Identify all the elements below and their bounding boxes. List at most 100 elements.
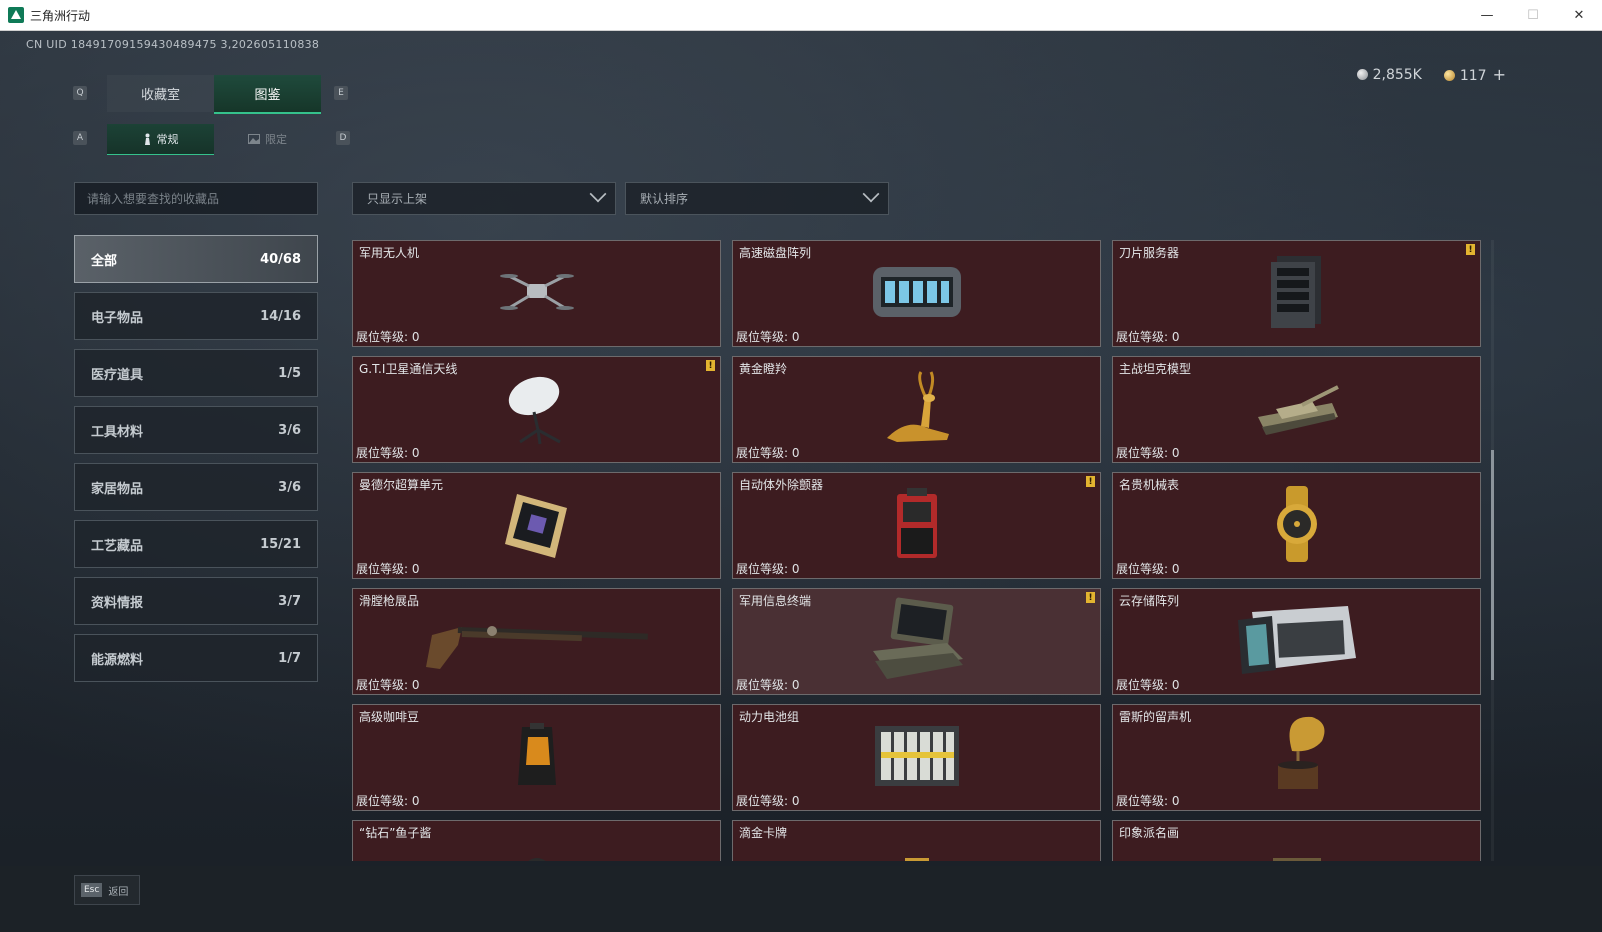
category-medical[interactable]: 医疗道具 1/5 — [74, 349, 318, 397]
maximize-button[interactable]: ☐ — [1510, 0, 1556, 30]
add-currency-icon[interactable]: + — [1493, 65, 1506, 84]
collectible-card[interactable]: 高速磁盘阵列 展位等级: 0 — [732, 240, 1101, 347]
tab-collection-room[interactable]: 收藏室 — [107, 75, 214, 112]
back-button[interactable]: Esc 返回 — [74, 875, 140, 905]
category-electronics[interactable]: 电子物品 14/16 — [74, 292, 318, 340]
gold-coin-icon — [1443, 70, 1455, 81]
category-crafts[interactable]: 工艺藏品 15/21 — [74, 520, 318, 568]
disk-array-icon — [867, 257, 967, 331]
key-hint-d: D — [336, 131, 350, 145]
category-tools[interactable]: 工具材料 3/6 — [74, 406, 318, 454]
tab-catalog[interactable]: 图鉴 — [214, 75, 321, 114]
collectible-name: 动力电池组 — [739, 710, 800, 724]
collectible-card[interactable]: 刀片服务器 展位等级: 0! — [1112, 240, 1481, 347]
close-button[interactable]: ✕ — [1556, 0, 1602, 30]
collectible-name: 滑膛枪展品 — [359, 594, 420, 608]
collectible-name: 刀片服务器 — [1119, 246, 1180, 260]
collectible-card[interactable]: 高级咖啡豆 展位等级: 0 — [352, 704, 721, 811]
collectible-card[interactable]: 自动体外除颤器 展位等级: 0! — [732, 472, 1101, 579]
collectible-card[interactable]: 滴金卡牌展位等级: 0 — [732, 820, 1101, 861]
coffee-bag-icon — [512, 721, 562, 795]
collectible-name: 军用信息终端 — [739, 594, 812, 608]
key-hint-a: A — [73, 131, 87, 145]
collectible-card[interactable]: 滑膛枪展品 展位等级: 0 — [352, 588, 721, 695]
category-count: 1/7 — [278, 650, 301, 666]
sort-dropdown[interactable]: 默认排序 — [625, 182, 889, 215]
category-label: 电子物品 — [91, 310, 144, 326]
uid-text: CN UID 18491709159430489475 3,2026051108… — [26, 38, 320, 51]
drone-icon — [497, 262, 577, 326]
item-grid-scrollbar[interactable] — [1491, 240, 1494, 861]
category-all[interactable]: 全部 40/68 — [74, 235, 318, 283]
silver-coin-icon — [1356, 68, 1368, 80]
category-label: 能源燃料 — [91, 652, 144, 668]
tank-model-icon — [1252, 373, 1342, 447]
collectible-card[interactable]: 主战坦克模型 展位等级: 0 — [1112, 356, 1481, 463]
collectible-name: “钻石”鱼子酱 — [359, 826, 432, 840]
category-count: 1/5 — [278, 365, 301, 381]
category-count: 3/6 — [278, 422, 301, 438]
main-tabs: 收藏室 图鉴 — [107, 75, 321, 114]
filter-listed-label: 只显示上架 — [367, 192, 428, 206]
silver-amount: 2,855K — [1372, 66, 1422, 83]
collectible-card[interactable]: 名贵机械表 展位等级: 0 — [1112, 472, 1481, 579]
collectible-name: 云存储阵列 — [1119, 594, 1180, 608]
category-intel[interactable]: 资料情报 3/7 — [74, 577, 318, 625]
collectible-card[interactable]: 印象派名画展位等级: 0 — [1112, 820, 1481, 861]
collectible-name: 名贵机械表 — [1119, 478, 1180, 492]
category-energy[interactable]: 能源燃料 1/7 — [74, 634, 318, 682]
battery-pack-icon — [867, 716, 967, 800]
collectible-name: 高级咖啡豆 — [359, 710, 420, 724]
booth-level: 展位等级: 0 — [1116, 678, 1180, 692]
subtab-regular-label: 常规 — [156, 133, 179, 146]
category-label: 工艺藏品 — [91, 538, 144, 554]
booth-level: 展位等级: 0 — [356, 562, 420, 576]
subtab-regular[interactable]: 常规 — [107, 124, 214, 155]
collectible-card[interactable]: 云存储阵列展位等级: 0 — [1112, 588, 1481, 695]
alert-icon: ! — [1086, 592, 1095, 603]
booth-level: 展位等级: 0 — [736, 330, 800, 344]
booth-level: 展位等级: 0 — [736, 562, 800, 576]
category-count: 3/6 — [278, 479, 301, 495]
booth-level: 展位等级: 0 — [356, 446, 420, 460]
window-titlebar: 三角洲行动 — ☐ ✕ — [0, 0, 1602, 31]
laptop-case-icon — [867, 595, 967, 689]
collectible-name: 雷斯的留声机 — [1119, 710, 1192, 724]
collectible-name: 印象派名画 — [1119, 826, 1180, 840]
collectible-card[interactable]: G.T.I卫星通信天线 展位等级: 0! — [352, 356, 721, 463]
category-count: 40/68 — [260, 251, 301, 267]
collectible-card[interactable]: 雷斯的留声机 展位等级: 0 — [1112, 704, 1481, 811]
key-hint-q: Q — [73, 86, 87, 100]
collectible-card[interactable]: “钻石”鱼子酱展位等级: 0 — [352, 820, 721, 861]
collectible-card[interactable]: 动力电池组 展位等级: 0 — [732, 704, 1101, 811]
image-icon — [248, 134, 260, 144]
minimize-button[interactable]: — — [1464, 0, 1510, 30]
category-count: 3/7 — [278, 593, 301, 609]
booth-level: 展位等级: 0 — [1116, 330, 1180, 344]
booth-level: 展位等级: 0 — [736, 678, 800, 692]
search-input[interactable]: 请输入想要查找的收藏品 — [74, 182, 318, 215]
chevron-down-icon — [862, 185, 880, 203]
booth-level: 展位等级: 0 — [356, 330, 420, 344]
collectible-card[interactable]: 军用无人机 展位等级: 0 — [352, 240, 721, 347]
figure-icon — [144, 133, 150, 145]
defibrillator-icon — [887, 484, 947, 568]
silver-currency[interactable]: 2,855K — [1356, 66, 1422, 83]
sub-tabs: 常规 限定 — [107, 124, 321, 155]
window-controls: — ☐ ✕ — [1464, 0, 1602, 30]
subtab-limited[interactable]: 限定 — [214, 124, 321, 154]
category-household[interactable]: 家居物品 3/6 — [74, 463, 318, 511]
gold-amount: 117 — [1459, 68, 1487, 84]
collectible-name: 黄金瞪羚 — [739, 362, 788, 376]
painting-icon — [1267, 852, 1327, 861]
collectible-card[interactable]: 军用信息终端 展位等级: 0! — [732, 588, 1101, 695]
collectible-card[interactable]: 曼德尔超算单元 展位等级: 0 — [352, 472, 721, 579]
collectible-card[interactable]: 黄金瞪羚 展位等级: 0 — [732, 356, 1101, 463]
server-icon — [1267, 252, 1327, 336]
bottom-bar: Esc 返回 — [0, 866, 1602, 932]
musket-icon — [422, 605, 652, 679]
esc-key-hint: Esc — [81, 883, 103, 897]
scrollbar-thumb[interactable] — [1491, 450, 1494, 680]
filter-dropdown-listed[interactable]: 只显示上架 — [352, 182, 616, 215]
gold-currency[interactable]: 117 + — [1443, 65, 1506, 84]
